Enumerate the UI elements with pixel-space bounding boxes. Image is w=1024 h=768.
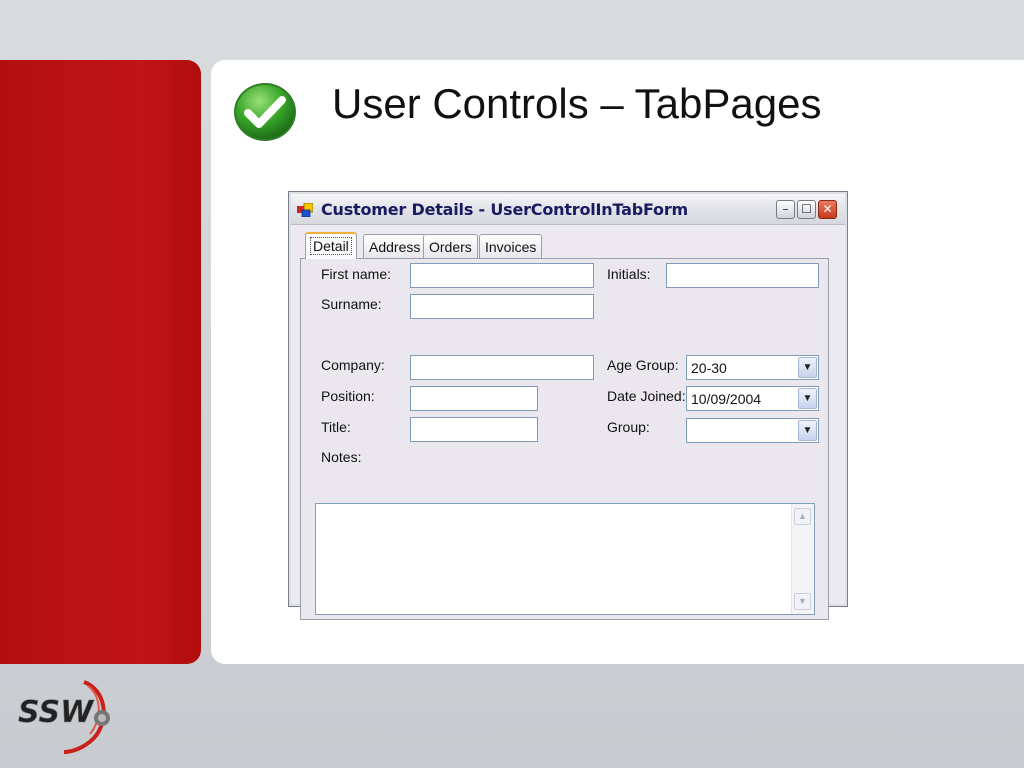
- date-joined-picker[interactable]: 10/09/2004 ▼: [686, 386, 819, 411]
- tab-invoices-label: Invoices: [485, 239, 537, 255]
- age-group-select[interactable]: 20-30 ▼: [686, 355, 819, 380]
- minimize-button[interactable]: –: [776, 200, 795, 219]
- close-button[interactable]: ✕: [818, 200, 837, 219]
- red-side-panel: [0, 60, 201, 664]
- position-label: Position:: [321, 388, 375, 404]
- age-group-value: 20-30: [691, 360, 727, 376]
- checkmark-icon: [234, 83, 296, 141]
- date-joined-label: Date Joined:: [607, 388, 686, 404]
- position-input[interactable]: [410, 386, 538, 411]
- title-input[interactable]: [410, 417, 538, 442]
- group-label: Group:: [607, 419, 650, 435]
- maximize-button[interactable]: ☐: [797, 200, 816, 219]
- window-client-area: Detail Address Orders Invoices First nam…: [293, 225, 843, 620]
- group-select[interactable]: ▼: [686, 418, 819, 443]
- tab-orders[interactable]: Orders: [423, 234, 478, 258]
- date-joined-value: 10/09/2004: [691, 391, 762, 407]
- tab-detail-label: Detail: [310, 237, 352, 255]
- notes-textarea[interactable]: ▲ ▼: [315, 503, 815, 615]
- form-app-icon: [297, 203, 313, 217]
- tab-orders-label: Orders: [429, 239, 472, 255]
- notes-label: Notes:: [321, 449, 362, 465]
- tab-address[interactable]: Address: [363, 234, 427, 258]
- ssw-logo: SSW: [18, 680, 110, 754]
- chevron-down-icon[interactable]: ▼: [798, 388, 817, 409]
- scroll-down-arrow-icon[interactable]: ▼: [794, 593, 811, 610]
- initials-label: Initials:: [607, 266, 651, 282]
- tab-invoices[interactable]: Invoices: [479, 234, 543, 258]
- window-title: Customer Details - UserControlInTabForm: [321, 200, 689, 219]
- svg-text:SSW: SSW: [18, 695, 95, 730]
- company-label: Company:: [321, 357, 385, 373]
- window-titlebar[interactable]: Customer Details - UserControlInTabForm …: [291, 194, 845, 225]
- tab-detail[interactable]: Detail: [305, 232, 357, 259]
- notes-scrollbar[interactable]: ▲ ▼: [791, 504, 814, 614]
- surname-label: Surname:: [321, 296, 382, 312]
- slide-title: User Controls – TabPages: [332, 80, 822, 127]
- chevron-down-icon[interactable]: ▼: [798, 357, 817, 378]
- first-name-label: First name:: [321, 266, 392, 282]
- first-name-input[interactable]: [410, 263, 594, 288]
- initials-input[interactable]: [666, 263, 819, 288]
- chevron-down-icon[interactable]: ▼: [798, 420, 817, 441]
- company-input[interactable]: [410, 355, 594, 380]
- surname-input[interactable]: [410, 294, 594, 319]
- age-group-label: Age Group:: [607, 357, 679, 373]
- tab-address-label: Address: [369, 239, 421, 255]
- scroll-up-arrow-icon[interactable]: ▲: [794, 508, 811, 525]
- title-label: Title:: [321, 419, 351, 435]
- customer-details-window: Customer Details - UserControlInTabForm …: [288, 191, 848, 620]
